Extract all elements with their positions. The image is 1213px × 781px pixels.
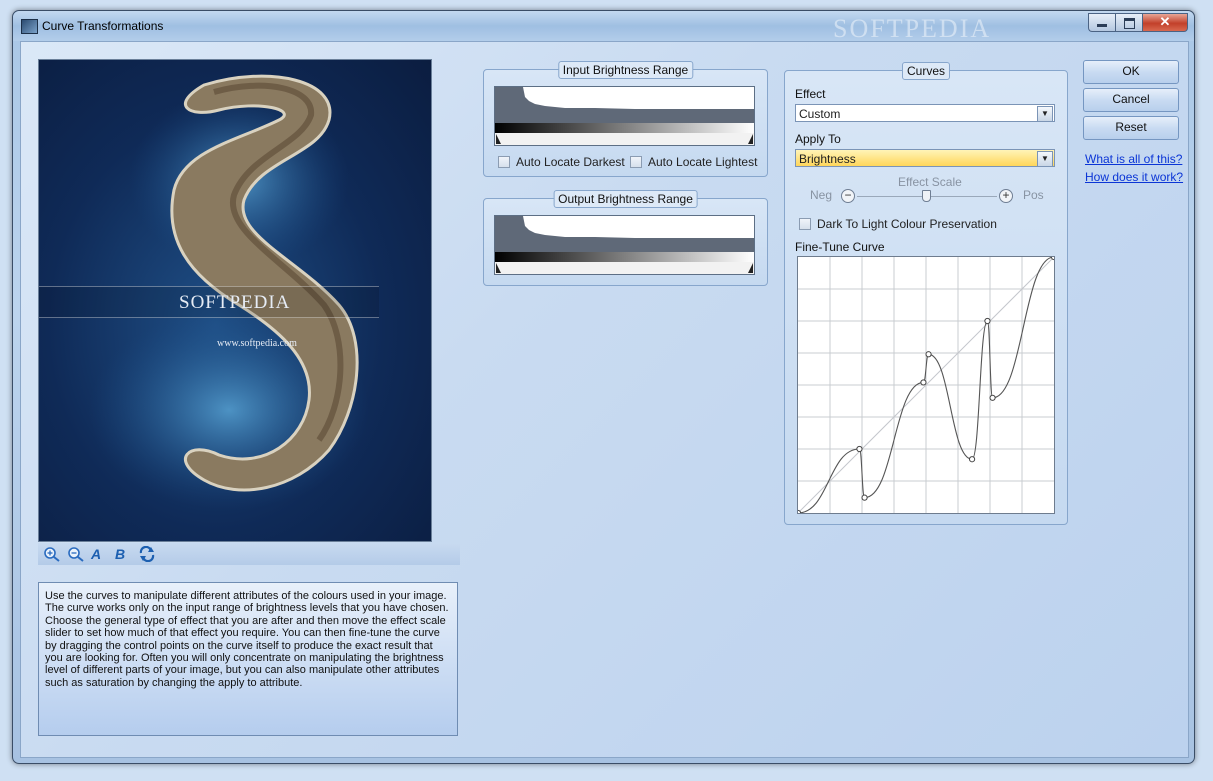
- window-controls: ✕: [1088, 13, 1188, 32]
- chevron-down-icon[interactable]: ▼: [1037, 151, 1053, 167]
- minimize-icon: [1097, 24, 1107, 27]
- view-b-button[interactable]: B: [115, 546, 133, 562]
- effect-select[interactable]: Custom ▼: [795, 104, 1055, 122]
- effect-scale-thumb[interactable]: [922, 190, 931, 202]
- input-brightness-title: Input Brightness Range: [557, 61, 694, 79]
- preservation-checkbox[interactable]: [799, 218, 811, 230]
- dialog-client: SOFTPEDIA www.softpedia.com A B Use the …: [20, 41, 1189, 758]
- apply-to-select[interactable]: Brightness ▼: [795, 149, 1055, 167]
- auto-lightest-label: Auto Locate Lightest: [648, 155, 758, 169]
- preview-margin: [431, 60, 432, 541]
- app-icon: [21, 19, 38, 34]
- close-icon: ✕: [1159, 14, 1171, 29]
- input-brightness-group: Input Brightness Range Auto Locate Darke…: [483, 61, 768, 177]
- curve-control-point[interactable]: [968, 456, 976, 463]
- curve-control-point[interactable]: [989, 394, 996, 401]
- swap-button[interactable]: [138, 545, 156, 563]
- auto-darkest-row[interactable]: Auto Locate Darkest: [498, 155, 625, 169]
- input-range-handles[interactable]: [495, 133, 754, 145]
- view-a-button[interactable]: A: [91, 546, 109, 562]
- output-brightness-title: Output Brightness Range: [553, 190, 698, 208]
- curve-control-point[interactable]: [984, 317, 991, 325]
- curve-control-point[interactable]: [925, 351, 932, 358]
- auto-lightest-checkbox[interactable]: [630, 156, 642, 168]
- apply-to-value: Brightness: [799, 152, 856, 166]
- preview-watermark-url: www.softpedia.com: [217, 338, 297, 349]
- neg-label: Neg: [810, 188, 833, 202]
- preservation-label: Dark To Light Colour Preservation: [817, 217, 997, 231]
- input-histogram[interactable]: [494, 86, 755, 146]
- preview-watermark: SOFTPEDIA: [179, 292, 291, 313]
- curve-plot[interactable]: [794, 253, 1058, 517]
- zoom-in-button[interactable]: [43, 546, 61, 562]
- finetune-curve-editor[interactable]: [794, 253, 1058, 517]
- finetune-label: Fine-Tune Curve: [795, 240, 885, 254]
- preservation-row[interactable]: Dark To Light Colour Preservation: [799, 217, 997, 231]
- curve-control-point[interactable]: [856, 445, 863, 453]
- zoom-out-icon: [68, 547, 84, 562]
- effect-value: Custom: [799, 107, 841, 121]
- output-range-handles[interactable]: [495, 262, 754, 274]
- reset-button[interactable]: Reset: [1083, 116, 1179, 140]
- chevron-down-icon[interactable]: ▼: [1037, 106, 1053, 122]
- refresh-icon: [139, 545, 155, 563]
- title-watermark: SOFTPEDIA: [833, 14, 992, 43]
- curve-control-point[interactable]: [861, 494, 868, 501]
- what-is-this-link[interactable]: What is all of this?: [1085, 152, 1182, 166]
- curves-group: Curves Effect Custom ▼ Apply To Brightne…: [784, 62, 1068, 525]
- effect-label: Effect: [795, 87, 826, 101]
- auto-darkest-label: Auto Locate Darkest: [516, 155, 625, 169]
- plus-icon: +: [1002, 188, 1010, 202]
- maximize-button[interactable]: [1115, 13, 1142, 32]
- help-text: Use the curves to manipulate different a…: [38, 582, 458, 736]
- dialog-window: Curve Transformations SOFTPEDIA ✕ SOFTPE…: [12, 10, 1195, 764]
- decrease-scale-button[interactable]: −: [841, 189, 855, 203]
- close-button[interactable]: ✕: [1142, 13, 1188, 32]
- minimize-button[interactable]: [1088, 13, 1115, 32]
- effect-scale-label: Effect Scale: [898, 175, 962, 189]
- image-preview[interactable]: SOFTPEDIA www.softpedia.com: [38, 59, 432, 542]
- zoom-out-button[interactable]: [67, 546, 85, 562]
- zoom-in-icon: [44, 547, 60, 562]
- maximize-icon: [1124, 18, 1135, 29]
- ok-button[interactable]: OK: [1083, 60, 1179, 84]
- cancel-button[interactable]: Cancel: [1083, 88, 1179, 112]
- curves-title: Curves: [901, 62, 951, 80]
- output-histogram[interactable]: [494, 215, 755, 275]
- window-title: Curve Transformations: [42, 19, 164, 33]
- output-brightness-group: Output Brightness Range: [483, 190, 768, 286]
- pos-label: Pos: [1023, 188, 1044, 202]
- auto-darkest-checkbox[interactable]: [498, 156, 510, 168]
- title-bar[interactable]: Curve Transformations SOFTPEDIA ✕: [13, 11, 1194, 43]
- how-does-it-work-link[interactable]: How does it work?: [1085, 170, 1183, 184]
- minus-icon: −: [844, 188, 852, 202]
- apply-to-label: Apply To: [795, 132, 841, 146]
- curve-control-point[interactable]: [920, 379, 927, 386]
- preview-toolbar: A B: [38, 543, 460, 565]
- auto-lightest-row[interactable]: Auto Locate Lightest: [630, 155, 757, 169]
- increase-scale-button[interactable]: +: [999, 189, 1013, 203]
